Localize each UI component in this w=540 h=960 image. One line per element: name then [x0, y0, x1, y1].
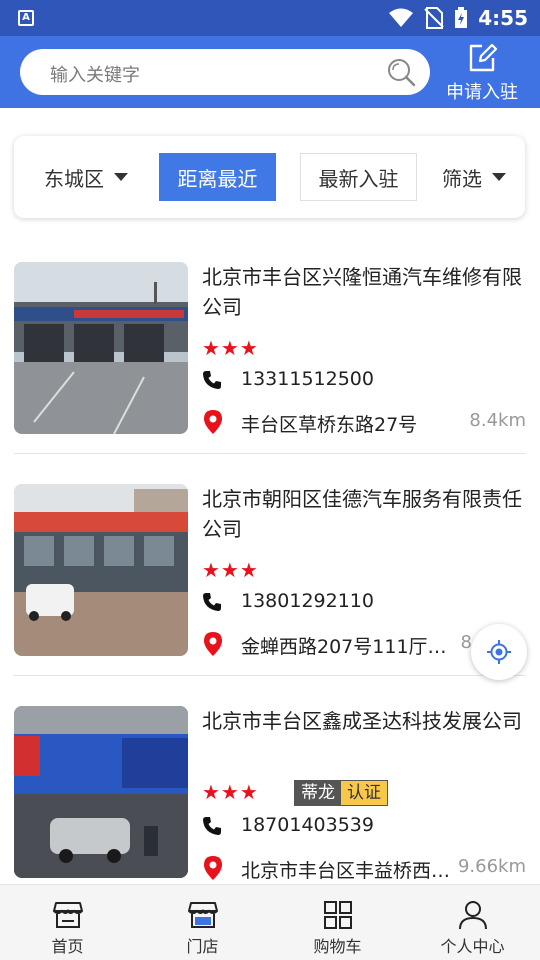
- nav-stores[interactable]: 门店: [135, 885, 270, 960]
- phone-icon: [203, 371, 221, 389]
- system-tray: 4:55: [388, 6, 528, 30]
- location-pin-icon: [204, 632, 222, 656]
- header: 输入关键字 申请入驻: [0, 36, 540, 108]
- store-name[interactable]: 北京市丰台区兴隆恒通汽车维修有限公司: [202, 262, 528, 322]
- phone-icon: [203, 817, 221, 835]
- nav-cart-label: 购物车: [313, 937, 362, 956]
- store-photo: [14, 484, 188, 656]
- search-icon[interactable]: [386, 57, 416, 87]
- locate-target-icon: [487, 640, 511, 664]
- clock: 4:55: [478, 6, 528, 30]
- nav-stores-label: 门店: [186, 937, 219, 956]
- store-photo: [14, 262, 188, 434]
- district-dropdown[interactable]: 东城区: [44, 153, 144, 201]
- filter-label: 筛选: [442, 166, 482, 191]
- sort-newest-button[interactable]: 最新入驻: [300, 153, 417, 201]
- locate-me-button[interactable]: [471, 624, 527, 680]
- store-phone: 13311512500: [241, 368, 374, 390]
- brand-tag: 蒂龙: [295, 781, 341, 805]
- search-input[interactable]: 输入关键字: [20, 49, 430, 95]
- app-notification-icon: A: [18, 10, 34, 26]
- apply-join-button[interactable]: 申请入驻: [440, 42, 524, 104]
- nav-home[interactable]: 首页: [0, 885, 135, 960]
- filter-dropdown[interactable]: 筛选: [442, 153, 522, 201]
- store-list-item[interactable]: 北京市朝阳区佳德汽车服务有限责任公司 ★★★ 13801292110 金蝉西路2…: [14, 484, 526, 674]
- shop-icon: [187, 902, 218, 928]
- rating-stars: ★★★: [202, 780, 259, 804]
- divider: [14, 675, 526, 676]
- store-address: 丰台区草桥东路27号: [241, 414, 418, 436]
- caret-down-icon: [114, 173, 128, 181]
- divider: [14, 453, 526, 454]
- status-bar: A 4:55: [0, 0, 540, 36]
- store-distance: 8.4km: [469, 410, 526, 431]
- person-icon: [458, 901, 487, 930]
- no-sim-icon: [424, 7, 444, 29]
- nav-profile[interactable]: 个人中心: [405, 885, 540, 960]
- store-phone: 13801292110: [241, 590, 374, 612]
- store-phone: 18701403539: [241, 814, 374, 836]
- filter-bar: 东城区 距离最近 最新入驻 筛选: [14, 136, 525, 218]
- phone-icon: [203, 593, 221, 611]
- nav-profile-label: 个人中心: [440, 937, 505, 956]
- grid-icon: [323, 901, 352, 929]
- district-label: 东城区: [44, 166, 104, 191]
- search-placeholder: 输入关键字: [50, 65, 140, 86]
- sort-nearest-button[interactable]: 距离最近: [159, 153, 276, 201]
- store-address: 北京市丰台区丰益桥西…: [241, 860, 451, 882]
- store-distance: 9.66km: [457, 856, 526, 877]
- brand-certified-badge: 蒂龙 认证: [294, 780, 388, 806]
- location-pin-icon: [204, 856, 222, 880]
- apply-join-label: 申请入驻: [446, 82, 518, 103]
- edit-icon: [469, 43, 498, 72]
- bottom-nav: 首页 门店 购物车 个人中心: [0, 884, 540, 960]
- store-list-item[interactable]: 北京市丰台区鑫成圣达科技发展公司 ★★★ 蒂龙 认证 18701403539 北…: [14, 706, 526, 896]
- caret-down-icon: [492, 173, 506, 181]
- store-list-item[interactable]: 北京市丰台区兴隆恒通汽车维修有限公司 ★★★ 13311512500 丰台区草桥…: [14, 262, 526, 452]
- store-name[interactable]: 北京市丰台区鑫成圣达科技发展公司: [202, 706, 528, 736]
- rating-stars: ★★★: [202, 336, 259, 360]
- store-photo: [14, 706, 188, 878]
- nav-cart[interactable]: 购物车: [270, 885, 405, 960]
- nav-home-label: 首页: [51, 937, 84, 956]
- certified-tag: 认证: [341, 781, 387, 805]
- rating-stars: ★★★: [202, 558, 259, 582]
- battery-charging-icon: [455, 7, 468, 28]
- store-address: 金蝉西路207号111厅…: [241, 636, 447, 658]
- wifi-icon: [389, 8, 414, 27]
- home-store-icon: [52, 902, 83, 928]
- store-name[interactable]: 北京市朝阳区佳德汽车服务有限责任公司: [202, 484, 528, 544]
- location-pin-icon: [204, 410, 222, 434]
